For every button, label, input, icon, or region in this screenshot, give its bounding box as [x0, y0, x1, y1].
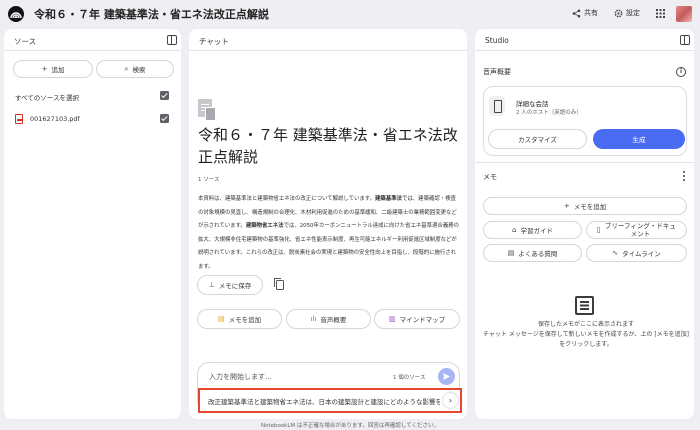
send-button[interactable]: [438, 368, 455, 385]
add-note-chip[interactable]: ▤ メモを追加: [197, 309, 282, 329]
add-note-button[interactable]: + メモを追加: [483, 197, 687, 215]
summary-text: 本資料は、建築基準法と建築物省エネ法の改正について解説しています。: [198, 196, 376, 202]
settings-label: 設定: [626, 9, 640, 17]
briefing-doc-button[interactable]: ▯ ブリーフィング・ドキュメント: [586, 221, 687, 239]
save-to-note-button[interactable]: ⊥ メモに保存: [197, 275, 263, 295]
pdf-icon: [15, 114, 23, 124]
audio-wave-icon: ılı: [310, 315, 317, 323]
summary-text: では、2050年カーボンニュートラル達成に向けた省エネ基準適合義務の拡大、大規模…: [198, 223, 460, 270]
timeline-icon: ∿: [612, 249, 619, 257]
audio-file-icon: [489, 96, 505, 116]
collapse-studio-icon[interactable]: [680, 35, 690, 45]
sources-header: ソース: [14, 37, 37, 46]
input-source-count: 1 個のソース: [393, 375, 426, 381]
save-note-label: メモに保存: [218, 282, 252, 290]
faq-button[interactable]: ▤ よくある質問: [483, 244, 582, 262]
apps-grid-icon[interactable]: [656, 9, 665, 18]
studio-header: Studio: [485, 36, 509, 45]
summary-keyword: 建築基準法: [375, 196, 402, 202]
avatar[interactable]: [676, 6, 692, 22]
gear-icon: [614, 9, 623, 17]
send-icon: [443, 373, 450, 380]
customize-label: カスタマイズ: [518, 136, 557, 144]
mind-map-chip[interactable]: ▥ マインドマップ: [374, 309, 460, 329]
audio-overview-card: 詳細な会話 2 人のホスト（英語のみ） カスタマイズ 生成: [483, 86, 687, 156]
generate-button[interactable]: 生成: [593, 129, 685, 149]
select-all-label: すべてのソースを選択: [15, 94, 79, 102]
notes-empty-text: 保存したメモがここに表示されます チャット メッセージを保存して新しいメモを作成…: [482, 321, 690, 348]
chat-header: チャット: [199, 37, 229, 46]
plus-icon: +: [41, 65, 48, 73]
share-icon: [572, 9, 581, 17]
notebook-summary: 本資料は、建築基準法と建築物省エネ法の改正について解説しています。建築基準法では…: [198, 193, 460, 274]
search-sparkle-icon: ⌕: [124, 64, 129, 73]
study-guide-label: 学習ガイド: [520, 227, 553, 235]
pin-icon: ⊥: [208, 281, 215, 289]
add-source-label: 追加: [51, 66, 65, 74]
graduation-cap-icon: ⌂: [512, 226, 517, 234]
footer-disclaimer: NotebookLM は不正確な場合があります。回答は再確認してください。: [260, 423, 440, 429]
share-button[interactable]: 共有: [572, 8, 598, 18]
generate-label: 生成: [632, 136, 646, 144]
chevron-right-icon[interactable]: ›: [443, 393, 458, 408]
top-bar: 令和６・７年 建築基準法・省エネ法改正点解説 共有 設定: [0, 0, 700, 28]
notebooklm-logo-icon[interactable]: [8, 6, 24, 22]
faq-label: よくある質問: [518, 250, 558, 258]
study-guide-button[interactable]: ⌂ 学習ガイド: [483, 221, 582, 239]
info-icon[interactable]: i: [676, 67, 686, 77]
collapse-panel-icon[interactable]: [167, 35, 177, 45]
audio-card-subtitle: 2 人のホスト（英語のみ）: [516, 110, 582, 116]
notebook-title[interactable]: 令和６・７年 建築基準法・省エネ法改正点解説: [34, 6, 269, 22]
discover-sources-button[interactable]: ⌕ 検索: [96, 60, 174, 78]
copy-icon[interactable]: [274, 278, 284, 290]
mind-map-chip-label: マインドマップ: [399, 316, 446, 324]
suggested-question-text[interactable]: 改正建築基準法と建築物省エネ法は、日本の建築設計と建設にどのような影響を与えます…: [208, 396, 440, 406]
suggested-question[interactable]: 改正建築基準法と建築物省エネ法は、日本の建築設計と建設にどのような影響を与えます…: [198, 388, 462, 413]
audio-overview-chip-label: 音声概要: [320, 316, 347, 324]
chat-input-placeholder[interactable]: 入力を開始します...: [209, 372, 272, 382]
customize-button[interactable]: カスタマイズ: [488, 129, 587, 149]
add-note-label: メモを追加: [573, 203, 607, 211]
chat-notebook-title: 令和６・７年 建築基準法・省エネ法改正点解説: [198, 126, 458, 166]
faq-icon: ▤: [507, 249, 515, 257]
add-note-chip-label: メモを追加: [228, 316, 262, 324]
discover-label: 検索: [132, 66, 146, 74]
plus-icon: +: [563, 202, 570, 210]
source-item-name[interactable]: 001627103.pdf: [30, 115, 80, 123]
document-icon: [198, 99, 216, 121]
source-count: 1 ソース: [198, 177, 220, 183]
audio-overview-chip[interactable]: ılı 音声概要: [286, 309, 371, 329]
sources-panel: ソース + 追加 ⌕ 検索 すべてのソースを選択 001627103.pdf: [4, 29, 181, 419]
share-label: 共有: [584, 9, 598, 17]
timeline-label: タイムライン: [622, 250, 661, 258]
audio-card-title: 詳細な会話: [516, 100, 549, 108]
summary-keyword: 建築物省エネ法: [245, 223, 284, 229]
briefing-doc-label: ブリーフィング・ドキュメント: [604, 222, 676, 238]
timeline-button[interactable]: ∿ タイムライン: [586, 244, 687, 262]
notes-section-title: メモ: [483, 173, 497, 181]
notes-placeholder-icon: [575, 296, 594, 315]
note-add-icon: ▤: [217, 315, 225, 323]
document-icon: ▯: [596, 226, 601, 234]
select-all-checkbox[interactable]: [160, 91, 169, 100]
settings-button[interactable]: 設定: [614, 8, 640, 18]
mind-map-icon: ▥: [388, 315, 396, 323]
audio-overview-section-title: 音声概要: [483, 68, 511, 76]
source-item-checkbox[interactable]: [160, 114, 169, 123]
more-vert-icon[interactable]: [683, 171, 685, 181]
add-source-button[interactable]: + 追加: [13, 60, 93, 78]
